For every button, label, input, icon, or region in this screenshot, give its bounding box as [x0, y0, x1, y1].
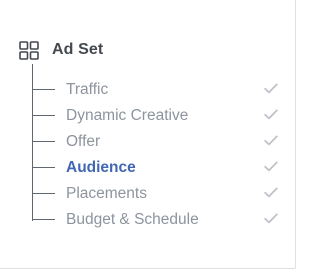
nav-item-label: Traffic: [66, 81, 109, 98]
ad-set-header[interactable]: Ad Set: [19, 40, 103, 60]
nav-item-dynamic-creative[interactable]: Dynamic Creative: [32, 103, 290, 129]
tree-branch: [32, 115, 55, 116]
tree-branch: [32, 89, 55, 90]
section-title: Ad Set: [52, 41, 104, 58]
nav-item-offer[interactable]: Offer: [32, 129, 290, 155]
ad-set-navigation-panel: Ad Set Traffic Dynamic Creative Offer Au…: [0, 0, 296, 269]
nav-item-audience[interactable]: Audience: [32, 155, 290, 181]
nav-item-label: Offer: [66, 133, 101, 150]
nav-item-traffic[interactable]: Traffic: [32, 77, 290, 103]
tree-branch: [32, 167, 55, 168]
tree-branch: [32, 141, 55, 142]
nav-item-label: Audience: [66, 159, 136, 176]
nav-item-budget-schedule[interactable]: Budget & Schedule: [32, 207, 290, 233]
nav-item-label: Budget & Schedule: [66, 211, 199, 228]
nav-item-label: Dynamic Creative: [66, 107, 189, 124]
nav-item-placements[interactable]: Placements: [32, 181, 290, 207]
tree-branch: [32, 193, 55, 194]
grid-icon: [19, 40, 39, 60]
nav-item-label: Placements: [66, 185, 147, 202]
tree-branch: [32, 219, 55, 220]
